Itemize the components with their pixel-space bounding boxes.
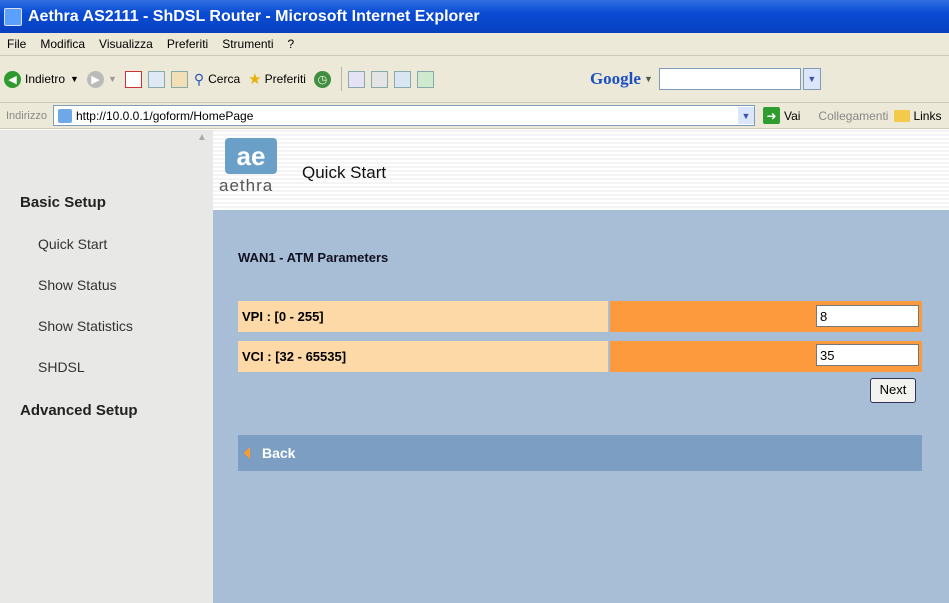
google-search-input[interactable] [658, 68, 801, 90]
forward-nav-button[interactable]: ▶ ▼ [86, 65, 117, 93]
links-label: Collegamenti [818, 108, 889, 123]
scroll-up-icon[interactable]: ▲ [197, 132, 209, 144]
address-label: Indirizzo [6, 109, 47, 122]
history-icon[interactable]: ◷ [313, 70, 331, 88]
search-button[interactable]: ⚲ Cerca [194, 65, 240, 93]
browser-toolbar: ◀ Indietro ▼ ▶ ▼ ⚲ Cerca ★ Preferiti ◷ G… [0, 56, 949, 103]
sidebar-item-show-status[interactable]: Show Status [38, 277, 117, 293]
window-title-bar: Aethra AS2111 - ShDSL Router - Microsoft… [0, 0, 949, 33]
google-dropdown-button[interactable]: ▼ [802, 68, 821, 90]
address-url: http://10.0.0.1/goform/HomePage [75, 108, 254, 123]
search-label: Cerca [208, 72, 241, 86]
vpi-label: VPI : [0 - 255] [238, 301, 608, 332]
forward-arrow-icon: ▶ [86, 70, 104, 88]
links-button[interactable]: Links [913, 109, 941, 123]
sidebar: ▲ Basic Setup Quick Start Show Status Sh… [0, 130, 213, 603]
logo-mark: ae [225, 138, 277, 174]
sidebar-item-shdsl[interactable]: SHDSL [38, 359, 85, 375]
favorites-button[interactable]: ★ Preferiti [248, 65, 306, 93]
search-icon: ⚲ [193, 70, 205, 87]
go-arrow-icon: ➜ [762, 107, 780, 124]
messenger-icon[interactable] [416, 70, 434, 88]
window-title: Aethra AS2111 - ShDSL Router - Microsoft… [28, 7, 480, 25]
chevron-down-icon[interactable]: ▼ [737, 107, 754, 124]
print-icon[interactable] [370, 70, 388, 88]
page-icon [57, 108, 72, 123]
next-button[interactable]: Next [870, 378, 916, 403]
back-label: Back [262, 445, 296, 461]
back-nav-button[interactable]: ◀ Indietro ▼ [0, 65, 79, 93]
back-triangle-icon [244, 447, 250, 459]
google-toolbar-logo[interactable]: Google [590, 69, 641, 89]
vci-label: VCI : [32 - 65535] [238, 341, 608, 372]
vci-input[interactable] [816, 344, 919, 366]
sidebar-item-show-statistics[interactable]: Show Statistics [38, 318, 133, 334]
sidebar-heading-basic-setup[interactable]: Basic Setup [20, 194, 106, 211]
folder-icon [894, 109, 911, 122]
menu-bar: File Modifica Visualizza Preferiti Strum… [0, 33, 949, 56]
back-arrow-icon: ◀ [4, 70, 21, 88]
go-label: Vai [783, 108, 801, 123]
menu-preferiti[interactable]: Preferiti [160, 37, 215, 51]
refresh-icon[interactable] [147, 70, 165, 88]
page-title: Quick Start [302, 163, 387, 182]
sidebar-heading-advanced-setup[interactable]: Advanced Setup [20, 402, 138, 419]
address-input[interactable]: http://10.0.0.1/goform/HomePage ▼ [52, 105, 755, 126]
section-title: WAN1 - ATM Parameters [238, 250, 389, 265]
back-nav-label: Indietro [25, 72, 66, 86]
menu-file[interactable]: File [0, 37, 33, 51]
page-header: ae aethra Quick Start [213, 130, 949, 210]
sidebar-item-quick-start[interactable]: Quick Start [38, 236, 107, 252]
address-bar: Indirizzo http://10.0.0.1/goform/HomePag… [0, 103, 949, 129]
back-button[interactable]: Back [238, 435, 922, 471]
menu-visualizza[interactable]: Visualizza [92, 37, 160, 51]
vpi-input[interactable] [816, 305, 919, 327]
logo-wordmark: aethra [219, 176, 274, 195]
favorites-label: Preferiti [264, 72, 306, 86]
mail-icon[interactable] [347, 70, 365, 88]
chevron-down-icon: ▼ [70, 74, 79, 84]
star-icon: ★ [248, 71, 262, 88]
edit-icon[interactable] [393, 70, 411, 88]
menu-help[interactable]: ? [281, 37, 302, 51]
menu-strumenti[interactable]: Strumenti [215, 37, 280, 51]
chevron-down-icon[interactable]: ▼ [644, 74, 653, 84]
stop-icon[interactable] [124, 70, 142, 88]
toolbar-separator [340, 67, 342, 91]
main-content: ae aethra Quick Start WAN1 - ATM Paramet… [213, 130, 949, 603]
internet-explorer-icon [4, 7, 22, 26]
chevron-down-icon: ▼ [107, 74, 117, 84]
aethra-logo: ae aethra [217, 138, 289, 206]
go-button[interactable]: ➜ Vai [762, 107, 801, 124]
menu-modifica[interactable]: Modifica [33, 37, 92, 51]
home-icon[interactable] [170, 70, 188, 88]
